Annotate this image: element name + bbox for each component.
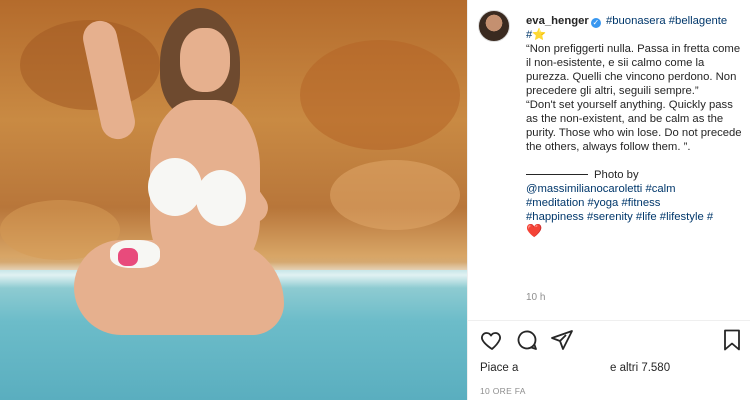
post-timestamp[interactable]: 10 ORE FA — [480, 386, 526, 396]
bikini-top — [148, 158, 202, 216]
hashtag-link[interactable]: #yoga — [588, 197, 619, 209]
hashtag-link[interactable]: # — [707, 211, 713, 223]
share-icon[interactable] — [550, 328, 574, 352]
hashtag-link[interactable]: #calm — [645, 183, 675, 195]
quote-english: “Don't set yourself anything. Quickly pa… — [526, 99, 742, 153]
hashtag-link[interactable]: #bellagente — [669, 15, 727, 27]
likes-count[interactable]: e altri 7.580 — [610, 362, 670, 374]
profile-avatar[interactable] — [478, 10, 510, 42]
photo-by-label: Photo by — [594, 169, 639, 181]
photo-credit: Photo by @massimilianocaroletti #calm #m… — [526, 168, 744, 239]
comment-time: 10 h — [526, 292, 546, 303]
hashtag-link[interactable]: #buonasera — [606, 15, 666, 27]
hashtag-link[interactable]: #meditation — [526, 197, 584, 209]
divider-line — [526, 174, 588, 175]
likes-prefix: Piace a — [480, 362, 519, 374]
hashtag-link[interactable]: #happiness — [526, 211, 584, 223]
rock-texture — [300, 40, 460, 150]
actions-divider — [468, 320, 750, 321]
instagram-post: eva_henger ✓ #buonasera #bellagente #⭐ “N… — [0, 0, 750, 400]
quote-italian: “Non prefiggerti nulla. Passa in fretta … — [526, 43, 741, 97]
hashtag-link[interactable]: #life — [636, 211, 657, 223]
action-bar — [480, 328, 742, 352]
post-photo[interactable] — [0, 0, 467, 400]
bikini-top — [196, 170, 246, 226]
hashtag-link[interactable]: #serenity — [587, 211, 633, 223]
caption-area: eva_henger ✓ #buonasera #bellagente #⭐ “N… — [468, 0, 750, 320]
username-link[interactable]: eva_henger — [526, 15, 589, 27]
bookmark-icon[interactable] — [720, 328, 744, 352]
hashtag-link[interactable]: #fitness — [621, 197, 660, 209]
post-side-panel: eva_henger ✓ #buonasera #bellagente #⭐ “N… — [467, 0, 750, 400]
rock-texture — [330, 160, 460, 230]
photographer-link[interactable]: @massimilianocaroletti — [526, 183, 642, 195]
model-leg — [74, 240, 284, 335]
verified-badge-icon: ✓ — [590, 18, 601, 28]
star-icon: ⭐ — [532, 29, 547, 41]
heart-emoji: ❤️ — [526, 223, 543, 238]
likes-summary[interactable]: Piace a e altri 7.580 — [480, 362, 740, 374]
bikini-tie — [118, 248, 138, 266]
hashtag-link[interactable]: #lifestyle — [660, 211, 704, 223]
caption-header: eva_henger ✓ #buonasera #bellagente #⭐ — [526, 14, 744, 42]
comment-icon[interactable] — [515, 328, 539, 352]
like-heart-icon[interactable] — [480, 328, 504, 352]
caption-text: eva_henger ✓ #buonasera #bellagente #⭐ “N… — [526, 14, 744, 239]
model-face — [180, 28, 230, 92]
